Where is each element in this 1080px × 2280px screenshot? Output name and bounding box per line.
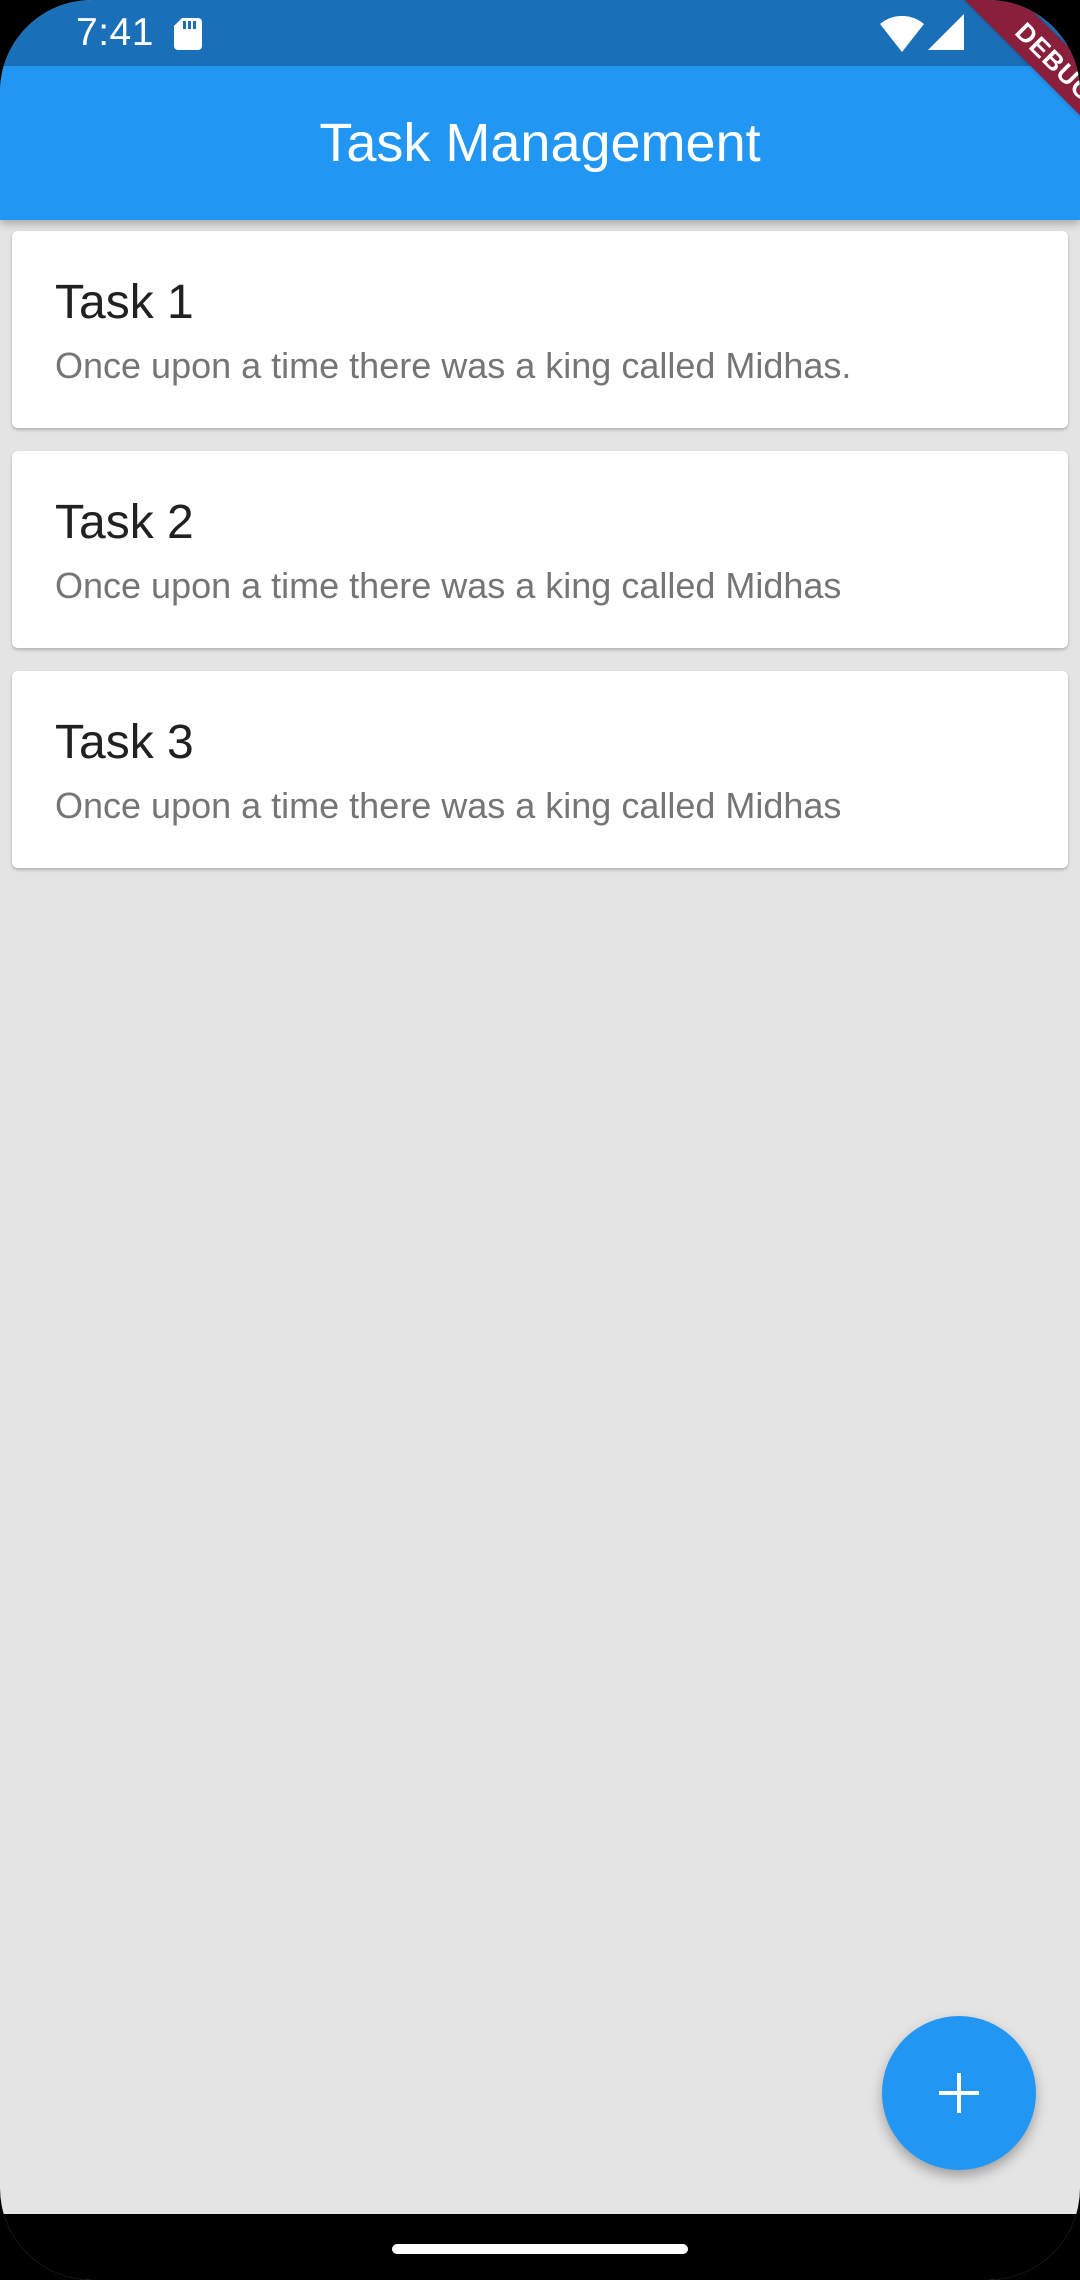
task-card[interactable]: Task 2 Once upon a time there was a king… bbox=[12, 451, 1068, 648]
home-gesture-handle[interactable] bbox=[392, 2244, 688, 2254]
navigation-bar bbox=[0, 2214, 1080, 2280]
debug-banner: DEBUG bbox=[910, 0, 1080, 170]
task-description: Once upon a time there was a king called… bbox=[55, 345, 852, 386]
add-task-button[interactable] bbox=[882, 2016, 1036, 2170]
task-description: Once upon a time there was a king called… bbox=[55, 785, 842, 826]
status-time: 7:41 bbox=[76, 11, 154, 54]
task-title: Task 2 bbox=[55, 496, 194, 549]
task-title: Task 1 bbox=[55, 276, 194, 329]
plus-icon bbox=[939, 2073, 979, 2113]
task-title: Task 3 bbox=[55, 716, 194, 769]
task-card[interactable]: Task 1 Once upon a time there was a king… bbox=[12, 231, 1068, 428]
debug-label: DEBUG bbox=[934, 0, 1080, 170]
task-description: Once upon a time there was a king called… bbox=[55, 565, 842, 606]
sd-card-icon bbox=[174, 18, 202, 50]
phone-screen: 7:41 Task Management DEBUG Task 1 Once u… bbox=[0, 0, 1080, 2280]
task-card[interactable]: Task 3 Once upon a time there was a king… bbox=[12, 671, 1068, 868]
